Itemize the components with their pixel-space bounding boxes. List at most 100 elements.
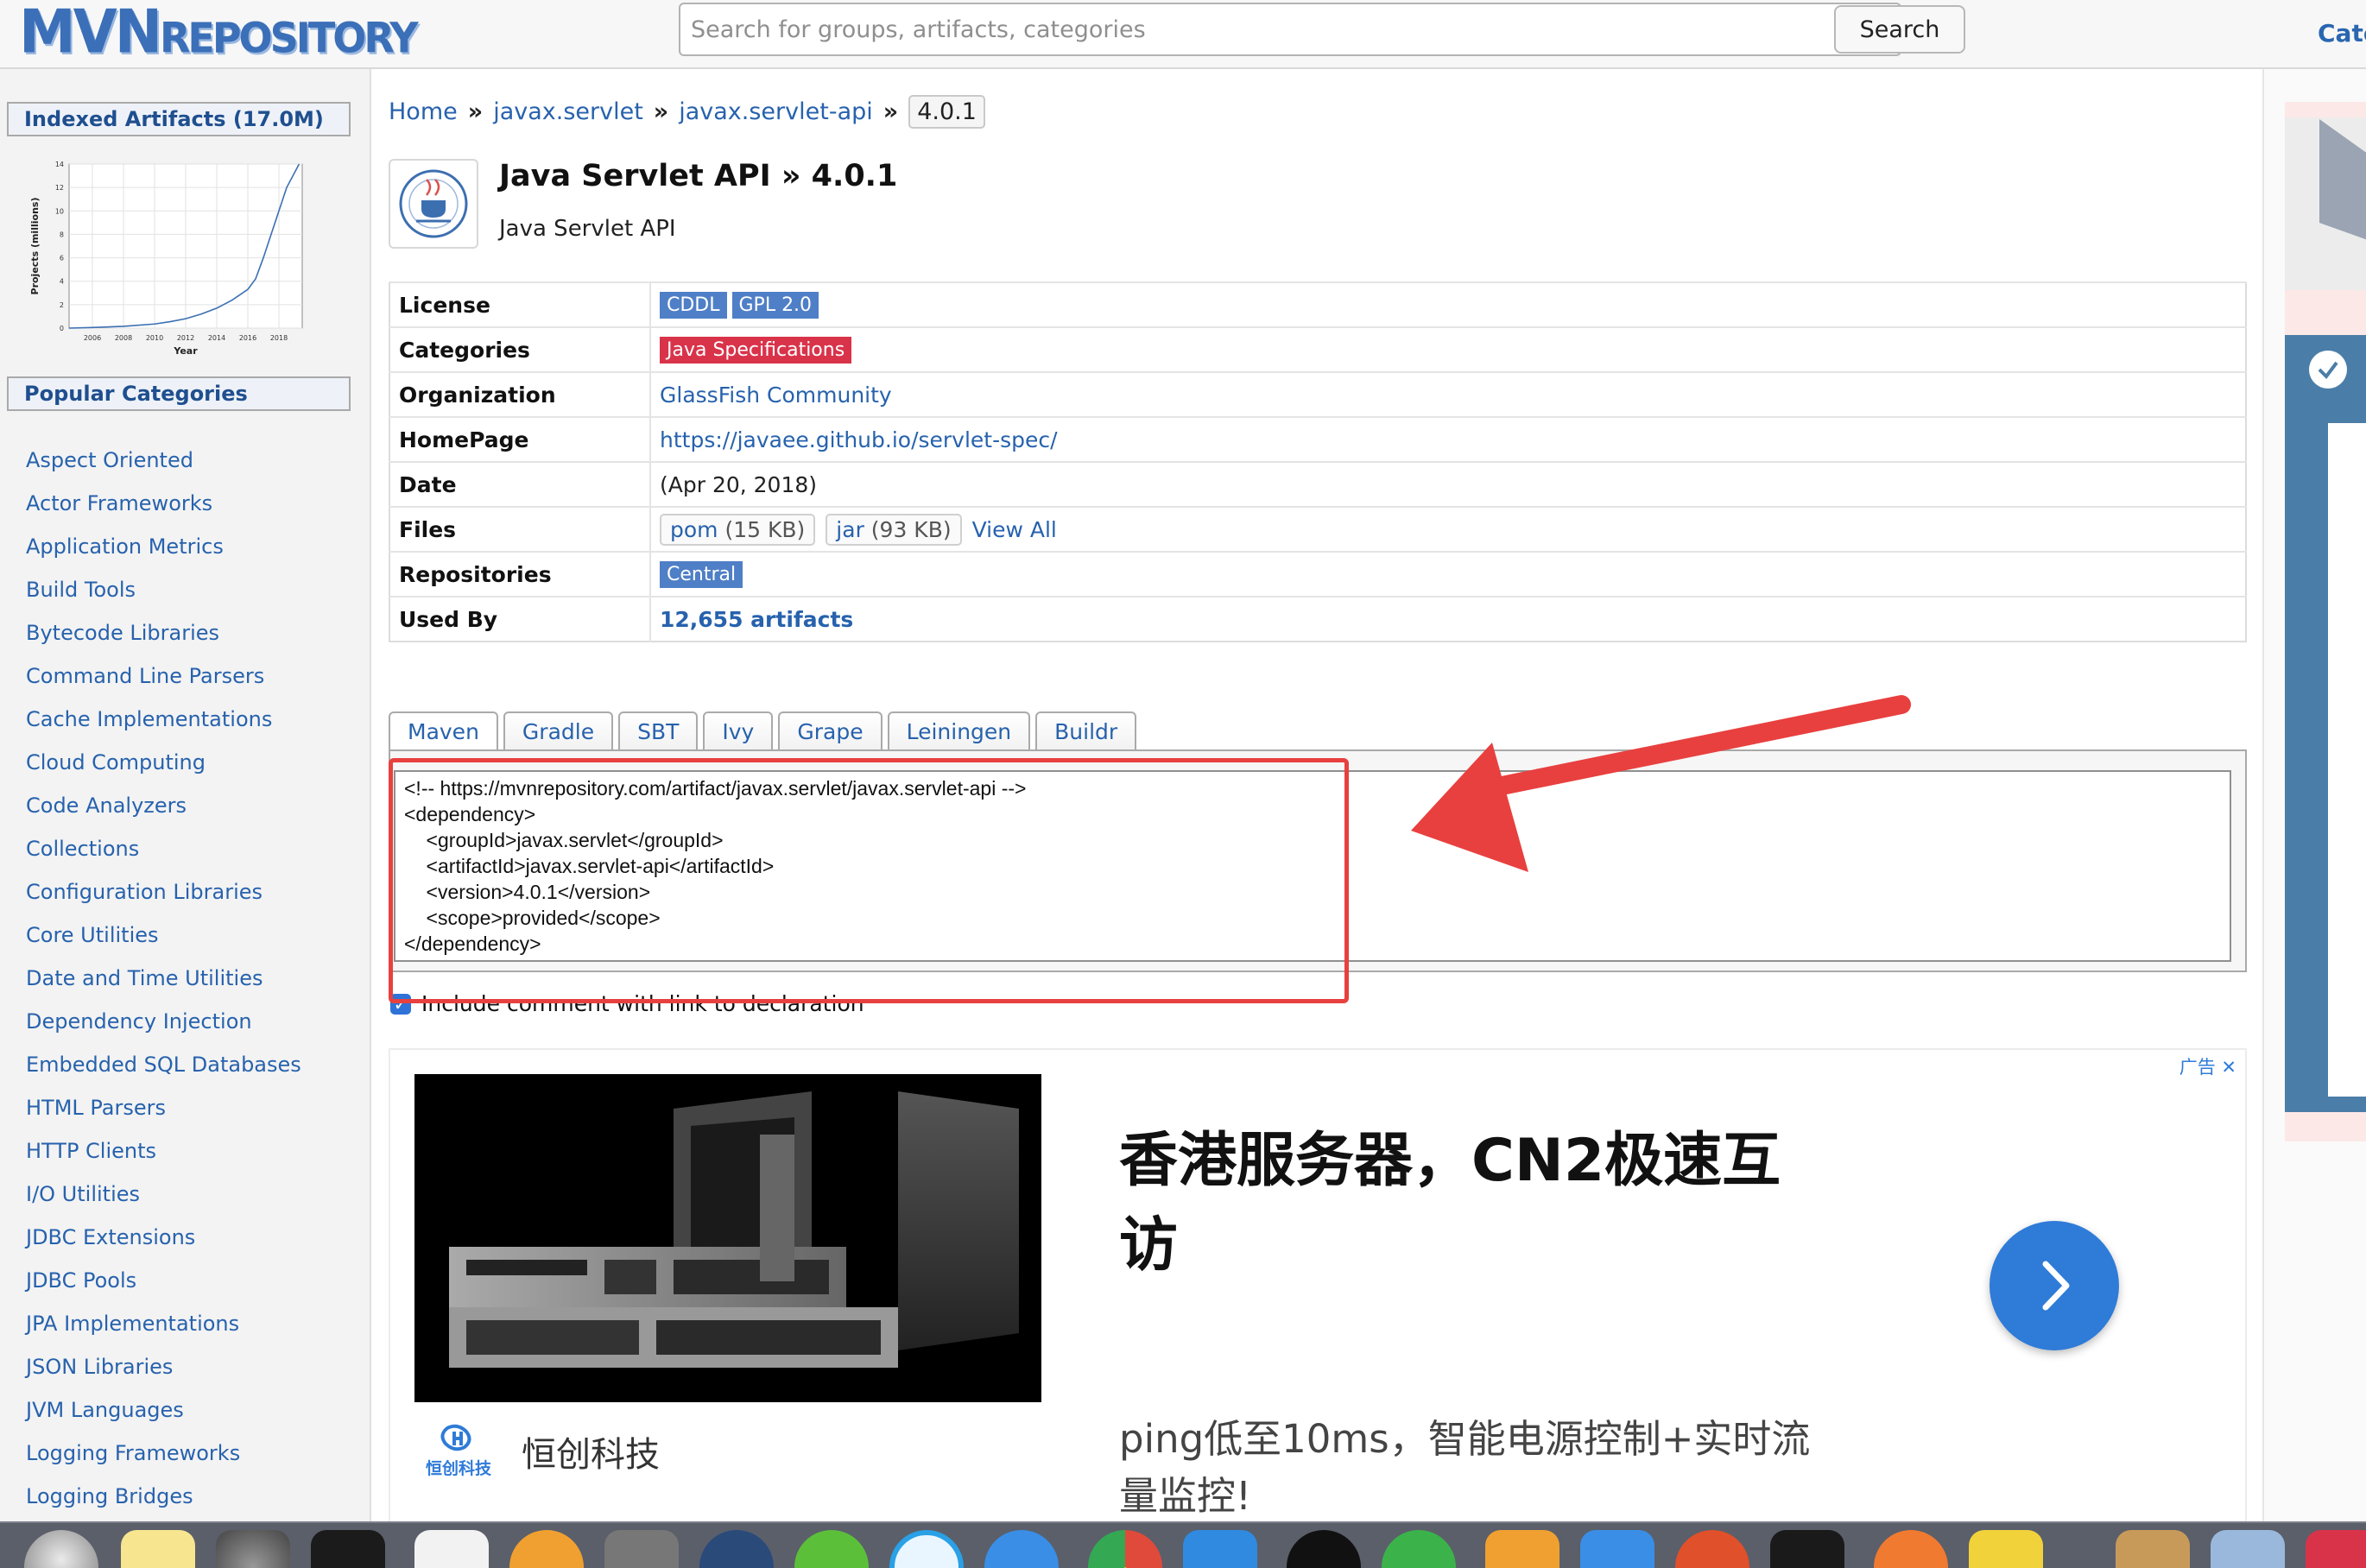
sidebar-category-item[interactable]: JSON Libraries — [26, 1345, 301, 1388]
chart-x-tick-label: 2018 — [270, 334, 288, 342]
sidebar-category-item[interactable]: HTML Parsers — [26, 1086, 301, 1129]
sidebar-category-item[interactable]: JPA Implementations — [26, 1302, 301, 1345]
ad-label-text: 广告 — [2179, 1057, 2216, 1078]
notes-icon[interactable] — [121, 1530, 195, 1568]
sidebar-category-item[interactable]: JDBC Pools — [26, 1259, 301, 1302]
navicat-icon[interactable] — [1874, 1530, 1948, 1568]
jar-download-button[interactable]: jar (93 KB) — [826, 513, 962, 546]
info-row-used-by: Used By 12,655 artifacts — [389, 596, 2246, 642]
ad-server-image[interactable] — [414, 1074, 1041, 1402]
ad-label[interactable]: 广告 ✕ — [2179, 1053, 2236, 1079]
messages-icon[interactable] — [1382, 1530, 1456, 1568]
view-all-link[interactable]: View All — [972, 517, 1057, 542]
xcode-icon[interactable] — [1183, 1530, 1257, 1568]
system-preferences-icon[interactable] — [216, 1530, 290, 1568]
wechat-icon[interactable] — [794, 1530, 869, 1568]
tab-ivy[interactable]: Ivy — [703, 711, 774, 751]
file-size: (93 KB) — [870, 516, 952, 542]
mvnrepository-logo[interactable]: MVNREPOSITORY — [19, 2, 419, 77]
tab-buildr[interactable]: Buildr — [1035, 711, 1137, 751]
sidebar-category-item[interactable]: Cloud Computing — [26, 741, 301, 784]
sidebar-category-item[interactable]: I/O Utilities — [26, 1173, 301, 1216]
breadcrumb-separator: » — [653, 98, 669, 125]
sidebar-category-item[interactable]: Configuration Libraries — [26, 870, 301, 914]
sourcetree-icon[interactable] — [699, 1530, 774, 1568]
app-icon[interactable] — [2306, 1530, 2366, 1568]
qq-icon[interactable] — [1287, 1530, 1361, 1568]
sidebar-category-item[interactable]: Core Utilities — [26, 914, 301, 957]
intellij-icon[interactable] — [1770, 1530, 1844, 1568]
advertisement[interactable]: 广告 ✕ 香港服务器，CN2极速互访 ping低至10ms，智能电源控制+实时流… — [389, 1048, 2247, 1568]
search-input[interactable] — [679, 3, 1901, 56]
popular-categories-heading[interactable]: Popular Categories — [7, 376, 351, 411]
ad-next-arrow-button[interactable] — [1990, 1221, 2119, 1350]
tab-grape[interactable]: Grape — [778, 711, 883, 751]
breadcrumb-group[interactable]: javax.servlet — [493, 98, 643, 125]
ad-headline[interactable]: 香港服务器，CN2极速互访 — [1119, 1119, 1827, 1288]
downloads-folder-icon[interactable] — [2211, 1530, 2285, 1568]
repository-tag[interactable]: Central — [660, 561, 743, 588]
textedit-icon[interactable] — [414, 1530, 489, 1568]
tab-maven[interactable]: Maven — [389, 711, 498, 751]
chart-y-tick-label: 10 — [55, 207, 64, 215]
info-value: CDDL GPL 2.0 — [650, 281, 2246, 327]
sidebar-category-item[interactable]: Embedded SQL Databases — [26, 1043, 301, 1086]
info-value: Central — [650, 551, 2246, 597]
indexed-artifacts-heading[interactable]: Indexed Artifacts (17.0M) — [7, 102, 351, 136]
launchpad-icon[interactable] — [24, 1530, 98, 1568]
sidebar-category-item[interactable]: Bytecode Libraries — [26, 611, 301, 654]
info-row-repositories: Repositories Central — [389, 551, 2246, 597]
organization-link[interactable]: GlassFish Community — [660, 383, 892, 408]
chrome-icon[interactable] — [1088, 1530, 1162, 1568]
sidebar-category-item[interactable]: JDBC Extensions — [26, 1216, 301, 1259]
sidebar-category-item[interactable]: JVM Languages — [26, 1388, 301, 1432]
breadcrumb-artifact[interactable]: javax.servlet-api — [679, 98, 873, 125]
tab-gradle[interactable]: Gradle — [503, 711, 614, 751]
safari-icon[interactable] — [984, 1530, 1059, 1568]
sidebar-category-item[interactable]: Logging Frameworks — [26, 1432, 301, 1475]
sidebar-category-item[interactable]: Cache Implementations — [26, 698, 301, 741]
license-tag[interactable]: CDDL — [660, 292, 727, 319]
sidebar-category-item[interactable]: Code Analyzers — [26, 784, 301, 827]
postman-icon[interactable] — [1675, 1530, 1749, 1568]
folder-icon[interactable] — [1580, 1530, 1654, 1568]
sidebar-category-item[interactable]: Actor Frameworks — [26, 482, 301, 525]
sidebar-category-item[interactable]: Command Line Parsers — [26, 654, 301, 698]
right-side-ad[interactable] — [2285, 102, 2366, 1141]
right-sidebar — [2262, 69, 2366, 1521]
sidebar-category-item[interactable]: Application Metrics — [26, 525, 301, 568]
ad-brand[interactable]: 恒创科技 恒创科技 — [421, 1423, 660, 1479]
search-button[interactable]: Search — [1834, 5, 1965, 54]
license-tag[interactable]: GPL 2.0 — [731, 292, 819, 319]
pom-download-button[interactable]: pom (15 KB) — [660, 513, 816, 546]
breadcrumb-separator: » — [883, 98, 899, 125]
sidebar-category-item[interactable]: Dependency Injection — [26, 1000, 301, 1043]
breadcrumb-home[interactable]: Home — [389, 98, 458, 125]
category-tag[interactable]: Java Specifications — [660, 337, 852, 364]
terminal-icon[interactable] — [311, 1530, 385, 1568]
tab-leiningen[interactable]: Leiningen — [887, 711, 1031, 751]
sidebar-category-item[interactable]: Logging Bridges — [26, 1475, 301, 1518]
sidebar-category-item[interactable]: Date and Time Utilities — [26, 957, 301, 1000]
homepage-link[interactable]: https://javaee.github.io/servlet-spec/ — [660, 427, 1058, 452]
sidebar-category-item[interactable]: Build Tools — [26, 568, 301, 611]
tab-sbt[interactable]: SBT — [618, 711, 699, 751]
info-row-license: License CDDL GPL 2.0 — [389, 281, 2246, 327]
info-label: Categories — [389, 326, 651, 372]
used-by-link[interactable]: 12,655 artifacts — [660, 607, 853, 632]
categories-link[interactable]: Cate — [2318, 19, 2366, 47]
xmind-icon[interactable] — [509, 1530, 584, 1568]
sublime-text-icon[interactable] — [1485, 1530, 1559, 1568]
sketch-icon[interactable] — [1969, 1530, 2043, 1568]
brand-logo: 恒创科技 — [421, 1423, 496, 1479]
ad-close-icon[interactable]: ✕ — [2221, 1057, 2236, 1078]
preview-icon[interactable] — [2116, 1530, 2190, 1568]
qq-browser-icon[interactable] — [889, 1530, 964, 1568]
sidebar-category-item[interactable]: HTTP Clients — [26, 1129, 301, 1173]
artifact-info-table: License CDDL GPL 2.0 Categories Java Spec… — [389, 281, 2247, 642]
sidebar-category-item[interactable]: Collections — [26, 827, 301, 870]
calculator-icon[interactable] — [604, 1530, 679, 1568]
sidebar-category-item[interactable]: Aspect Oriented — [26, 439, 301, 482]
chevron-right-icon — [2042, 1261, 2070, 1311]
breadcrumb-separator: » — [467, 98, 484, 125]
